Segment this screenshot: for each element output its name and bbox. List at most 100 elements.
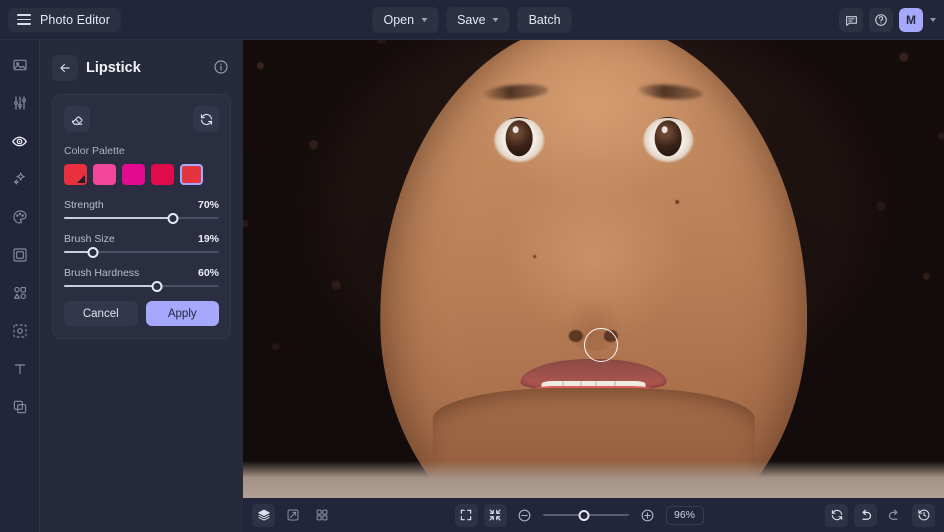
- sidebar-item-color[interactable]: [7, 204, 33, 230]
- sparkles-icon: [12, 171, 28, 187]
- sidebar-item-adjust[interactable]: [7, 90, 33, 116]
- skin-mark: [675, 200, 679, 204]
- zoom-out-icon: [517, 508, 532, 523]
- sidebar-item-image[interactable]: [7, 52, 33, 78]
- slider-fill: [64, 285, 157, 287]
- slider-thumb[interactable]: [152, 281, 163, 292]
- cancel-button[interactable]: Cancel: [64, 301, 138, 326]
- zoom-slider-thumb[interactable]: [578, 510, 589, 521]
- eye-left: [493, 117, 545, 163]
- reset-button[interactable]: [193, 106, 219, 132]
- slider-value: 70%: [198, 199, 219, 211]
- eraser-icon: [70, 112, 85, 127]
- save-button[interactable]: Save: [446, 7, 510, 33]
- grid-button[interactable]: [310, 504, 333, 527]
- color-palette-label: Color Palette: [64, 145, 219, 157]
- undo-button[interactable]: [854, 504, 877, 527]
- slider-fill: [64, 217, 173, 219]
- sidebar-item-retouch[interactable]: [7, 128, 33, 154]
- photo-editor-app: Photo Editor Open Save Batch: [0, 0, 944, 532]
- app-menu-button[interactable]: Photo Editor: [8, 8, 121, 32]
- avatar[interactable]: M: [899, 8, 923, 32]
- slider-value: 60%: [198, 267, 219, 279]
- slider-label: Strength: [64, 199, 104, 211]
- slider-thumb[interactable]: [167, 213, 178, 224]
- frame-icon: [12, 247, 28, 263]
- crop-selection-icon: [12, 323, 28, 339]
- open-button[interactable]: Open: [372, 7, 438, 33]
- reset-icon: [199, 112, 214, 127]
- shrink-button[interactable]: [484, 504, 507, 527]
- sidebar-item-text[interactable]: [7, 356, 33, 382]
- reset-view-button[interactable]: [825, 504, 848, 527]
- color-swatch[interactable]: [64, 164, 87, 185]
- fit-screen-button[interactable]: [455, 504, 478, 527]
- tool-panel: Lipstick: [40, 40, 243, 532]
- zoom-in-button[interactable]: [636, 504, 659, 527]
- sidebar-item-crop[interactable]: [7, 318, 33, 344]
- slider-label: Brush Hardness: [64, 267, 139, 279]
- help-button[interactable]: [869, 8, 893, 32]
- color-swatch-selected[interactable]: [180, 164, 203, 185]
- history-button[interactable]: [912, 504, 935, 527]
- strength-slider-track[interactable]: [64, 217, 219, 219]
- canvas-area: 96%: [243, 40, 944, 532]
- apply-button[interactable]: Apply: [146, 301, 220, 326]
- photo-canvas[interactable]: [243, 40, 944, 498]
- feedback-button[interactable]: [839, 8, 863, 32]
- info-button[interactable]: [213, 59, 231, 77]
- card-tools-row: [64, 106, 219, 132]
- color-swatch[interactable]: [151, 164, 174, 185]
- palette-icon: [12, 209, 28, 225]
- zoom-level[interactable]: 96%: [666, 506, 704, 525]
- nose-region: [557, 234, 630, 351]
- page-title: Lipstick: [86, 60, 205, 76]
- zoom-slider-track[interactable]: [543, 514, 629, 516]
- undo-icon: [858, 508, 873, 523]
- transform-button[interactable]: [281, 504, 304, 527]
- sidebar-item-layers[interactable]: [7, 394, 33, 420]
- account-chevron-down-icon[interactable]: [930, 18, 936, 22]
- eraser-button[interactable]: [64, 106, 90, 132]
- chevron-down-icon: [421, 18, 427, 22]
- app-title: Photo Editor: [40, 13, 110, 27]
- chevron-down-icon: [493, 18, 499, 22]
- duplicate-icon: [12, 399, 28, 415]
- sidebar-item-effects[interactable]: [7, 166, 33, 192]
- slider-brush-size: Brush Size 19%: [64, 233, 219, 245]
- top-right-tools: M: [839, 0, 936, 40]
- skin-mark: [534, 255, 537, 258]
- avatar-initial: M: [906, 13, 916, 27]
- brush-size-slider-track[interactable]: [64, 251, 219, 253]
- slider-value: 19%: [198, 233, 219, 245]
- eye-right: [642, 117, 694, 163]
- portrait-photo: [243, 40, 944, 498]
- sidebar-item-frame[interactable]: [7, 242, 33, 268]
- garment-region: [243, 461, 944, 498]
- transform-icon: [286, 508, 300, 522]
- eyelash-left: [493, 117, 545, 138]
- zoom-out-button[interactable]: [513, 504, 536, 527]
- redo-button[interactable]: [883, 504, 906, 527]
- nostril-left: [569, 330, 584, 342]
- slider-thumb[interactable]: [88, 247, 99, 258]
- batch-label: Batch: [529, 13, 561, 27]
- color-swatch[interactable]: [93, 164, 116, 185]
- top-center-tools: Open Save Batch: [372, 0, 571, 40]
- color-swatch[interactable]: [122, 164, 145, 185]
- fit-screen-icon: [459, 508, 473, 522]
- reset-icon: [830, 508, 844, 522]
- back-button[interactable]: [52, 55, 78, 81]
- tool-rail: [0, 40, 40, 532]
- redo-icon: [887, 508, 902, 523]
- save-label: Save: [457, 13, 486, 27]
- hamburger-icon[interactable]: [17, 14, 31, 25]
- sidebar-item-shapes[interactable]: [7, 280, 33, 306]
- swatch-corner-icon: [77, 175, 85, 183]
- eyebrow-left: [484, 83, 549, 101]
- layers-button[interactable]: [252, 504, 275, 527]
- brush-hardness-slider-track[interactable]: [64, 285, 219, 287]
- batch-button[interactable]: Batch: [518, 7, 572, 33]
- top-bar: Photo Editor Open Save Batch: [0, 0, 944, 40]
- panel-actions: Cancel Apply: [64, 301, 219, 326]
